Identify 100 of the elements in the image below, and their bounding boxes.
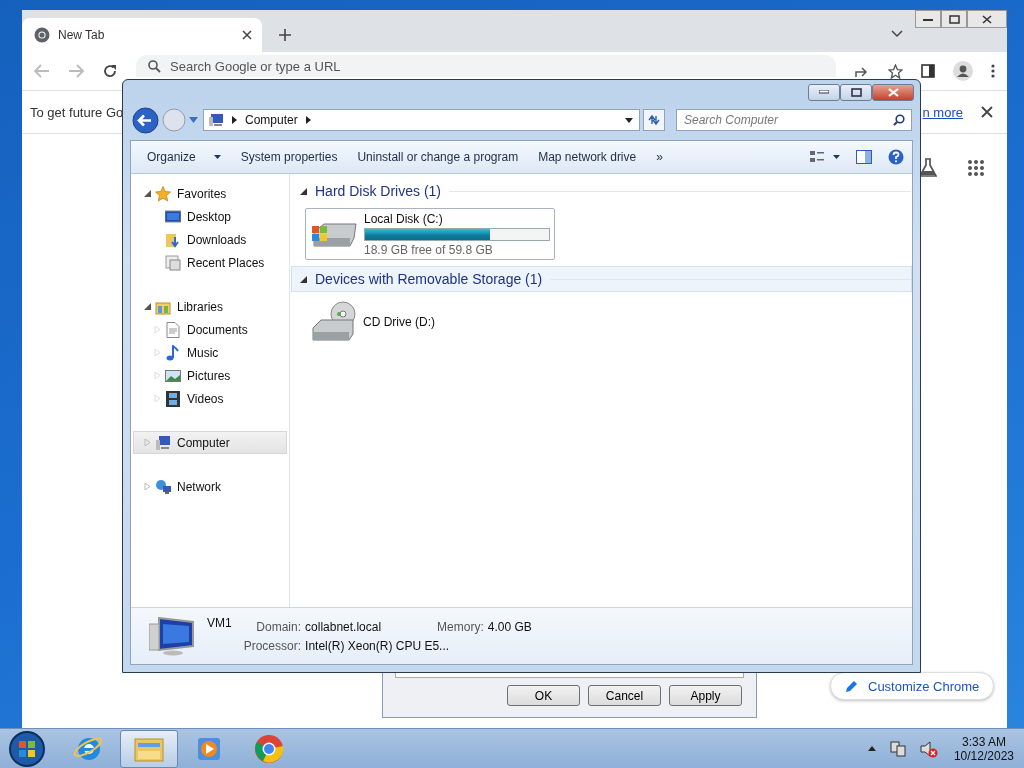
menu-icon[interactable] <box>991 64 995 78</box>
flask-icon[interactable] <box>919 158 937 178</box>
side-panel-icon[interactable] <box>921 64 935 78</box>
network-icon <box>155 478 171 495</box>
maximize-button[interactable] <box>941 10 967 28</box>
star-icon[interactable] <box>888 63 903 79</box>
nav-item[interactable]: Documents <box>133 318 287 341</box>
drive-tile[interactable]: CD Drive (D:) <box>305 296 555 348</box>
clock-date[interactable]: 10/12/2023 <box>953 748 1014 763</box>
document-icon <box>165 321 181 338</box>
collapse-arrow-icon[interactable] <box>300 275 307 283</box>
dialog-button[interactable]: OK <box>507 685 580 706</box>
music-icon <box>165 344 181 361</box>
network-icon[interactable] <box>889 740 906 757</box>
close-icon[interactable] <box>242 30 252 40</box>
nav-item[interactable]: Computer <box>133 431 287 454</box>
start-button-icon[interactable] <box>8 729 46 768</box>
reload-icon[interactable] <box>102 63 118 79</box>
star-icon <box>155 185 171 202</box>
browser-tab[interactable]: New Tab <box>22 18 262 52</box>
dialog-button[interactable]: Cancel <box>588 685 661 706</box>
tab-title: New Tab <box>58 28 106 42</box>
search-icon <box>893 114 905 126</box>
group-header[interactable]: Devices with Removable Storage (1) <box>291 266 912 292</box>
downloads-icon <box>165 231 181 248</box>
breadcrumb-arrow-icon[interactable] <box>305 116 311 124</box>
drive-name: CD Drive (D:) <box>363 315 435 329</box>
nav-item[interactable]: Network <box>133 475 287 498</box>
group-header[interactable]: Hard Disk Drives (1) <box>291 178 912 204</box>
chevron-down-icon[interactable] <box>891 30 903 38</box>
pencil-icon <box>845 679 858 693</box>
expand-arrow-icon[interactable] <box>144 190 151 197</box>
apps-grid-icon[interactable] <box>967 159 985 177</box>
volume-muted-icon[interactable] <box>919 739 938 758</box>
breadcrumb-arrow-icon <box>232 116 237 124</box>
share-icon[interactable] <box>854 64 870 78</box>
history-dropdown-icon[interactable] <box>189 117 198 123</box>
detail-label: Domain: <box>255 619 302 634</box>
customize-chrome-button[interactable]: Customize Chrome <box>830 672 995 700</box>
minimize-button[interactable] <box>915 10 941 28</box>
nav-item[interactable]: Desktop <box>133 205 287 228</box>
recent-icon <box>165 254 181 271</box>
address-box[interactable]: Computer <box>203 109 640 131</box>
refresh-icon <box>647 114 661 126</box>
maximize-icon <box>948 14 960 24</box>
free-space-text: 18.9 GB free of 59.8 GB <box>364 242 494 257</box>
chrome-logo-icon <box>254 733 284 764</box>
caret-icon <box>213 155 221 159</box>
close-icon[interactable] <box>981 106 993 118</box>
toolbar-button[interactable]: Organize <box>139 146 229 168</box>
close-icon <box>982 14 992 24</box>
pictures-icon <box>165 367 181 384</box>
collapse-arrow-icon[interactable] <box>300 187 307 195</box>
new-tab-icon[interactable] <box>278 28 292 42</box>
dropdown-arrow-icon[interactable] <box>625 117 633 123</box>
detail-label: Memory: <box>437 619 484 634</box>
minimize-icon <box>819 90 829 94</box>
close-button[interactable] <box>967 10 1007 28</box>
nav-item[interactable]: Libraries <box>133 295 287 318</box>
search-field[interactable]: Search Computer <box>676 109 912 131</box>
drive-tile[interactable]: Local Disk (C:) 18.9 GB free of 59.8 GB <box>305 208 555 260</box>
back-button-icon[interactable] <box>132 106 159 134</box>
address-bar[interactable]: Search Google or type a URL <box>136 55 836 77</box>
videos-icon <box>165 390 181 407</box>
computer-icon <box>208 113 224 127</box>
profile-icon[interactable] <box>953 61 973 81</box>
drive-name: Local Disk (C:) <box>364 211 444 226</box>
detail-value: collabnet.local <box>305 619 382 634</box>
nav-item[interactable]: Videos <box>133 387 287 410</box>
preview-pane-icon[interactable] <box>856 150 872 164</box>
toolbar-button[interactable]: Map network drive <box>530 146 645 168</box>
computer-icon <box>155 434 171 451</box>
toolbar-button[interactable]: System properties <box>232 146 346 168</box>
nav-item[interactable]: Favorites <box>133 182 287 205</box>
view-options-icon[interactable] <box>810 150 840 164</box>
help-icon[interactable] <box>888 149 904 165</box>
desktop-icon <box>165 208 181 225</box>
clock-time[interactable]: 3:33 AM <box>961 734 1006 749</box>
nav-item[interactable]: Recent Places <box>133 251 287 274</box>
computer-name: VM1 <box>207 616 232 630</box>
show-hidden-icons-icon[interactable] <box>867 746 876 751</box>
cd-drive-icon <box>309 300 357 344</box>
toolbar-button[interactable]: Uninstall or change a program <box>349 146 527 168</box>
learn-more-link[interactable]: n more <box>922 104 963 120</box>
nav-item[interactable]: Downloads <box>133 228 287 251</box>
dialog-button[interactable]: Apply <box>669 685 742 706</box>
detail-value: 4.00 GB <box>487 619 532 634</box>
nav-item[interactable]: Music <box>133 341 287 364</box>
maximize-button[interactable] <box>840 83 872 101</box>
expand-arrow-icon[interactable] <box>144 303 151 310</box>
taskbar-app-button[interactable] <box>120 729 178 768</box>
toolbar-button[interactable]: » <box>648 146 671 168</box>
breadcrumb[interactable]: Computer <box>245 113 298 127</box>
maximize-icon <box>850 87 862 97</box>
close-button[interactable] <box>872 83 914 101</box>
refresh-button[interactable] <box>643 109 665 131</box>
search-icon <box>148 60 161 73</box>
nav-item[interactable]: Pictures <box>133 364 287 387</box>
chrome-logo-icon <box>34 27 50 43</box>
detail-label: Processor: <box>243 638 302 653</box>
